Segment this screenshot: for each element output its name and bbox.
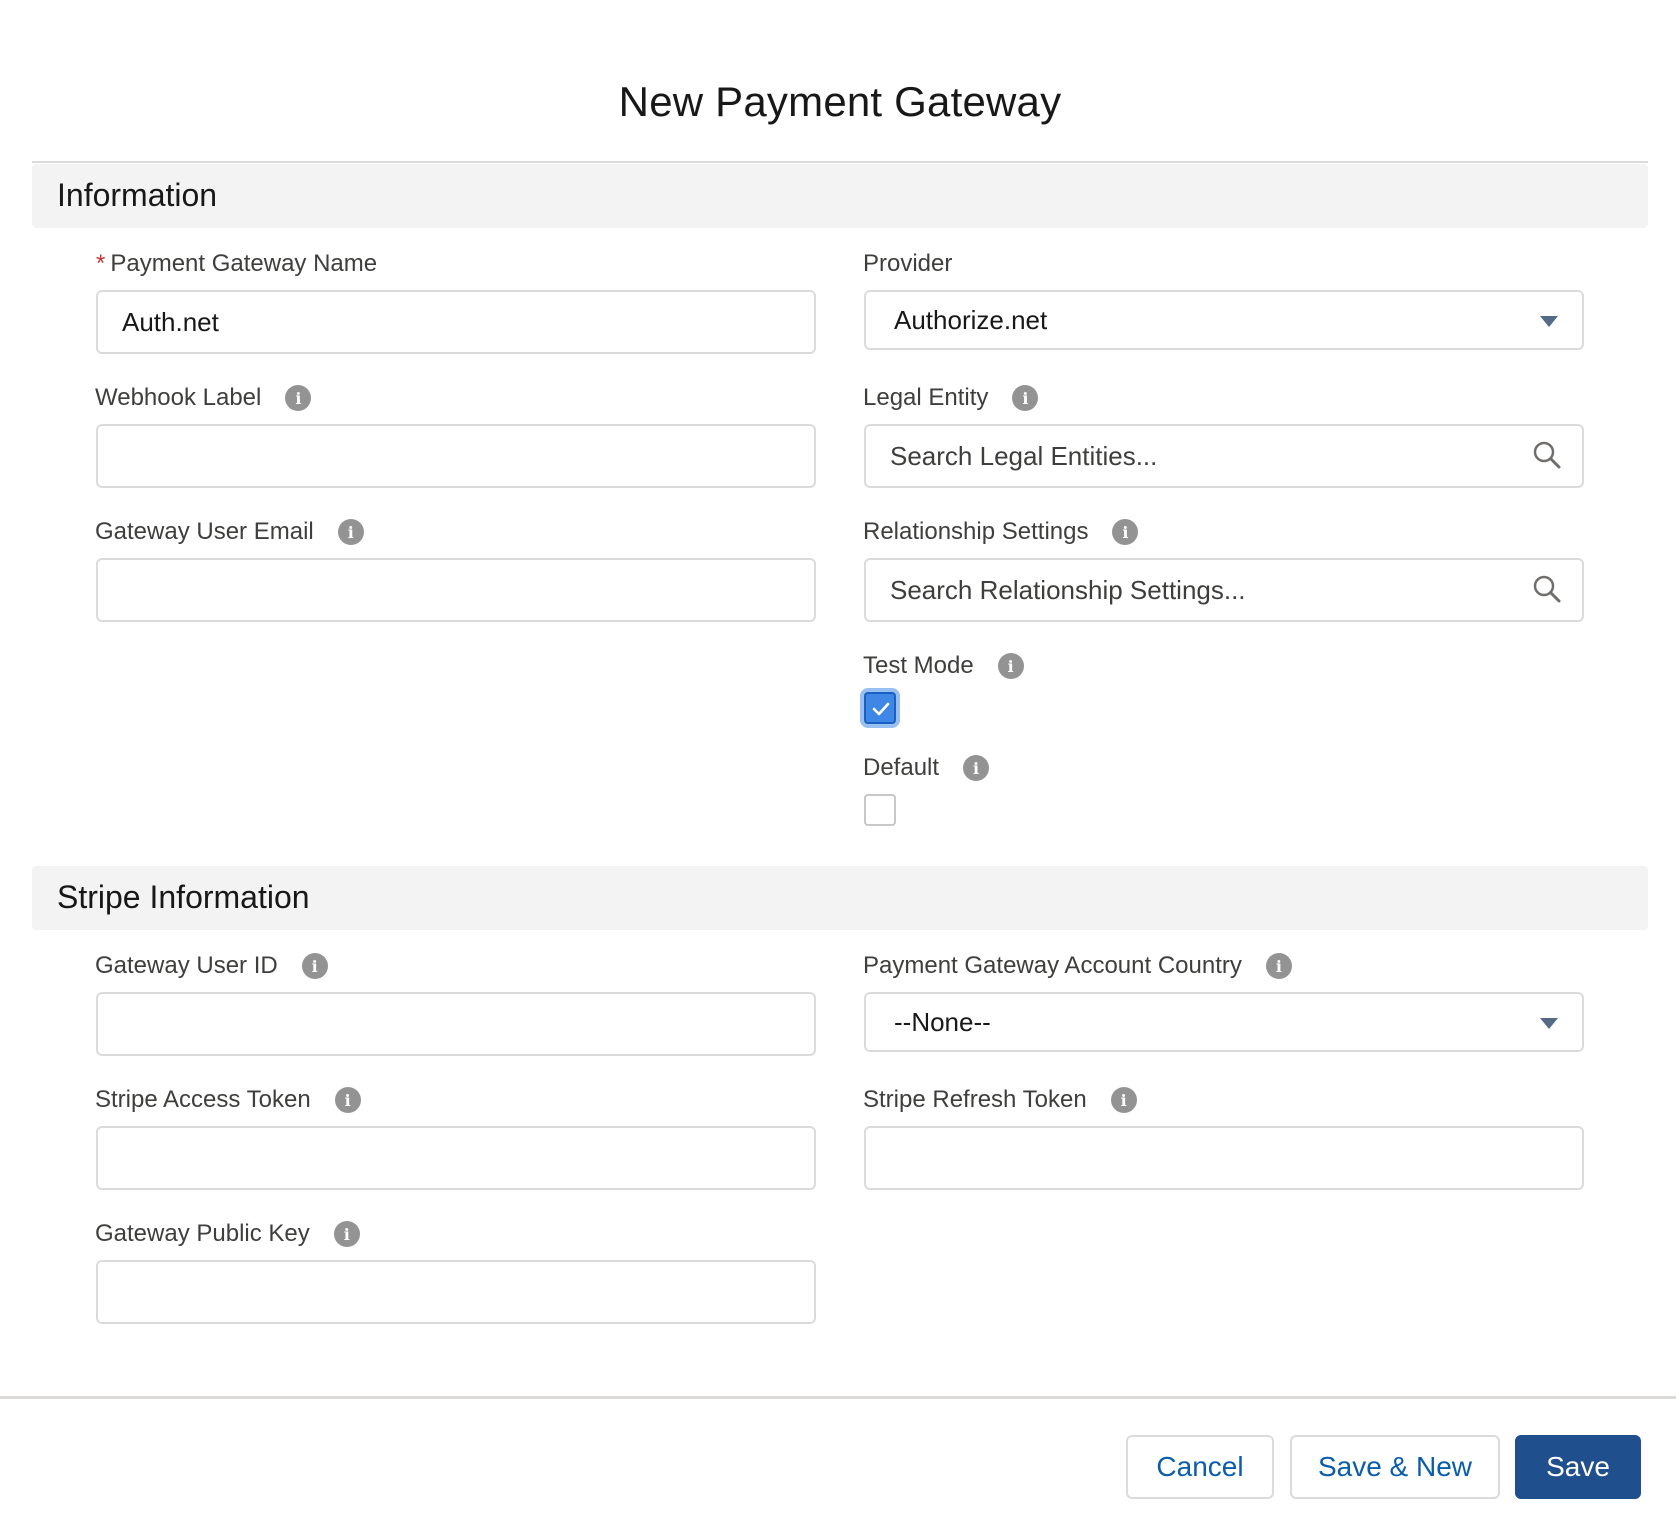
stripe-refresh-token-label: Stripe Refresh Token i	[863, 1086, 1137, 1114]
default-label-text: Default	[863, 754, 940, 781]
legal-entity-label-text: Legal Entity	[863, 384, 989, 411]
info-icon[interactable]: i	[997, 653, 1024, 679]
test-mode-checkbox[interactable]	[864, 692, 896, 724]
gateway-user-email-label: Gateway User Email i	[95, 518, 364, 546]
stripe-refresh-token-input[interactable]	[864, 1126, 1584, 1190]
gateway-public-key-label: Gateway Public Key i	[95, 1220, 360, 1248]
info-icon[interactable]: i	[1112, 519, 1139, 545]
test-mode-label-text: Test Mode	[863, 652, 974, 679]
provider-selected-value: Authorize.net	[894, 304, 1048, 335]
account-country-selected-value: --None--	[894, 1006, 991, 1037]
section-title-information: Information	[57, 177, 218, 213]
stripe-access-token-label-text: Stripe Access Token	[95, 1086, 311, 1113]
info-icon[interactable]: i	[333, 1221, 360, 1247]
save-button[interactable]: Save	[1515, 1435, 1641, 1499]
payment-gateway-name-label-text: Payment Gateway Name	[110, 250, 378, 277]
account-country-select[interactable]: --None--	[864, 992, 1584, 1052]
new-payment-gateway-modal: New Payment Gateway Information * Paymen…	[0, 0, 1676, 1526]
info-icon[interactable]: i	[301, 953, 328, 979]
modal-footer: Cancel Save & New Save	[0, 1396, 1676, 1526]
stripe-access-token-label: Stripe Access Token i	[95, 1086, 361, 1114]
info-icon[interactable]: i	[285, 385, 312, 411]
test-mode-label: Test Mode i	[863, 652, 1024, 680]
info-icon[interactable]: i	[1265, 953, 1292, 979]
stripe-access-token-input[interactable]	[96, 1126, 816, 1190]
modal-title: New Payment Gateway	[618, 78, 1062, 125]
info-icon[interactable]: i	[1110, 1087, 1137, 1113]
relationship-settings-lookup	[864, 558, 1584, 622]
modal-header: New Payment Gateway	[32, 0, 1648, 163]
gateway-public-key-label-text: Gateway Public Key	[95, 1220, 310, 1247]
info-icon[interactable]: i	[337, 519, 364, 545]
relationship-settings-label: Relationship Settings i	[863, 518, 1139, 546]
search-icon	[1533, 575, 1561, 603]
chevron-down-icon	[1540, 316, 1558, 327]
default-label: Default i	[863, 754, 990, 782]
cancel-button[interactable]: Cancel	[1126, 1435, 1274, 1499]
info-icon[interactable]: i	[1012, 385, 1039, 411]
required-marker: *	[96, 250, 106, 277]
gateway-user-email-input[interactable]	[96, 558, 816, 622]
search-icon	[1533, 441, 1561, 469]
info-icon[interactable]: i	[963, 755, 990, 781]
webhook-label-label: Webhook Label i	[95, 384, 312, 412]
gateway-public-key-input[interactable]	[96, 1260, 816, 1324]
legal-entity-search-input[interactable]	[864, 424, 1584, 488]
gateway-user-id-input[interactable]	[96, 992, 816, 1056]
save-and-new-button[interactable]: Save & New	[1290, 1435, 1500, 1499]
chevron-down-icon	[1540, 1018, 1558, 1029]
gateway-user-id-label-text: Gateway User ID	[95, 952, 278, 979]
relationship-settings-search-input[interactable]	[864, 558, 1584, 622]
webhook-label-input[interactable]	[96, 424, 816, 488]
gateway-user-id-label: Gateway User ID i	[95, 952, 328, 980]
default-checkbox[interactable]	[864, 794, 896, 826]
relationship-settings-label-text: Relationship Settings	[863, 518, 1089, 545]
stripe-refresh-token-label-text: Stripe Refresh Token	[863, 1086, 1087, 1113]
section-header-stripe-information[interactable]: Stripe Information	[32, 866, 1648, 930]
payment-gateway-name-input[interactable]	[96, 290, 816, 354]
payment-gateway-name-label: * Payment Gateway Name	[96, 250, 377, 278]
checkmark-icon	[872, 702, 890, 716]
provider-select[interactable]: Authorize.net	[864, 290, 1584, 350]
section-title-stripe-information: Stripe Information	[57, 879, 310, 915]
info-icon[interactable]: i	[334, 1087, 361, 1113]
provider-label-text: Provider	[863, 250, 953, 277]
legal-entity-lookup	[864, 424, 1584, 488]
legal-entity-label: Legal Entity i	[863, 384, 1039, 412]
webhook-label-label-text: Webhook Label	[95, 384, 262, 411]
section-header-information[interactable]: Information	[32, 164, 1648, 228]
gateway-user-email-label-text: Gateway User Email	[95, 518, 314, 545]
account-country-label-text: Payment Gateway Account Country	[863, 952, 1242, 979]
provider-label: Provider	[863, 250, 952, 278]
account-country-label: Payment Gateway Account Country i	[863, 952, 1292, 980]
